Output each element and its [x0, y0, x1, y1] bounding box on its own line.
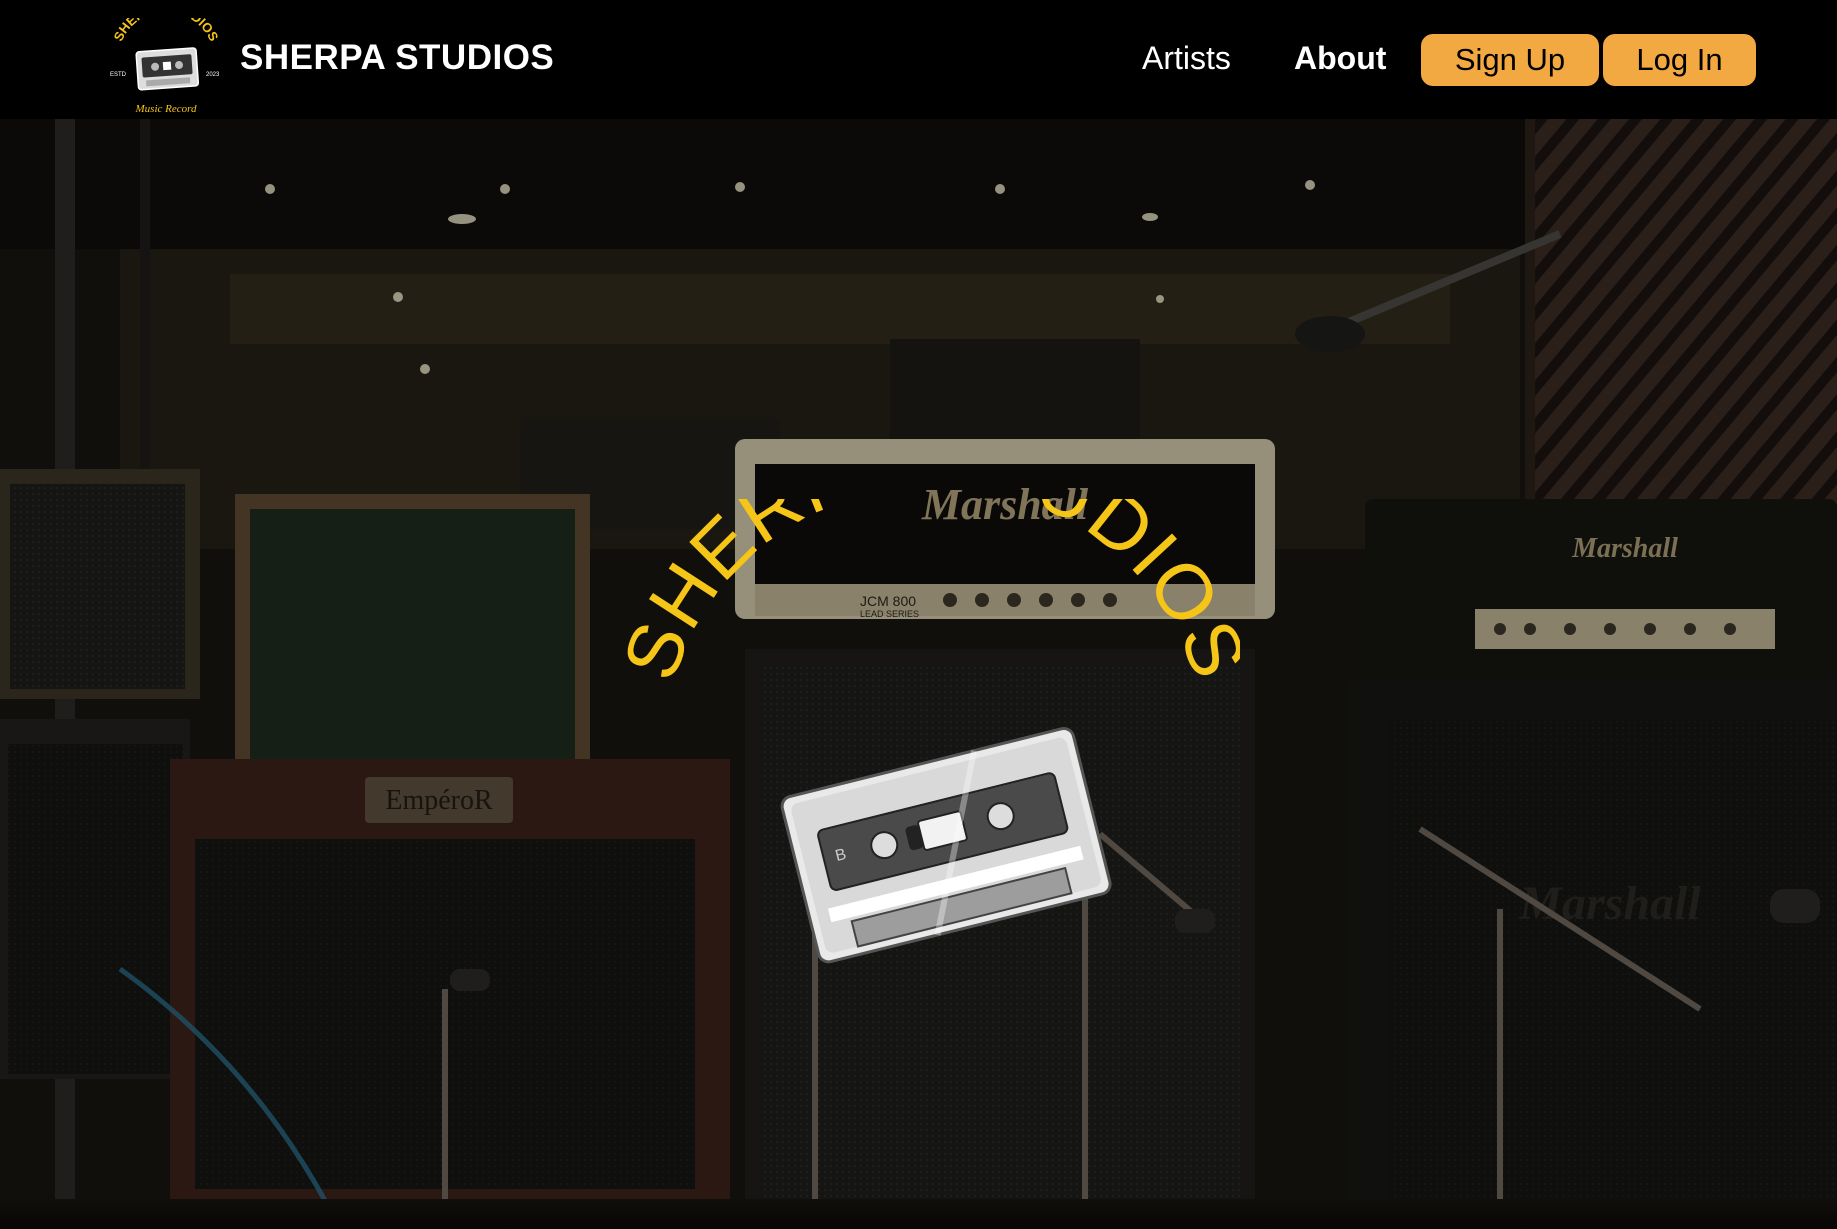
svg-text:SHERPA STUDIOS: SHERPA STUDIOS: [111, 18, 222, 44]
brand-logo[interactable]: SHERPA STUDIOS ESTD 2023 Music Record: [104, 18, 228, 120]
brand-logo-tagline: Music Record: [135, 103, 197, 115]
cassette-icon: B: [780, 727, 1112, 964]
login-button[interactable]: Log In: [1603, 34, 1756, 86]
nav-about-link[interactable]: About: [1294, 40, 1386, 77]
navbar: SHERPA STUDIOS ESTD 2023 Music Record SH…: [0, 0, 1837, 119]
brand-logo-estd-text: ESTD: [110, 72, 127, 78]
hero-logo-arc-text: SHERPA STUDIOS: [620, 499, 1240, 690]
hero-section: EmpéroR Marshall JCM 800 LEAD SERIES Mar…: [0, 119, 1837, 1229]
nav-artists-link[interactable]: Artists: [1142, 40, 1231, 77]
brand-logo-arc-text: SHERPA STUDIOS: [111, 18, 222, 44]
brand-logo-year-text: 2023: [206, 72, 220, 78]
hero-logo: SHERPA STUDIOS B: [620, 499, 1240, 964]
svg-text:SHERPA STUDIOS: SHERPA STUDIOS: [620, 499, 1240, 690]
signup-button[interactable]: Sign Up: [1421, 34, 1599, 86]
brand-name[interactable]: SHERPA STUDIOS: [240, 38, 554, 78]
